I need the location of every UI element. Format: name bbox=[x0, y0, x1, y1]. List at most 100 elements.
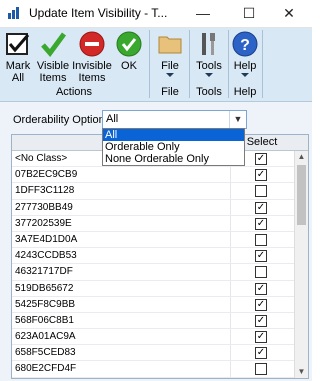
select-checkbox[interactable]: ✓ bbox=[255, 282, 267, 295]
chevron-down-icon bbox=[166, 73, 174, 77]
column-divider bbox=[230, 167, 231, 183]
class-cell: 1DFF3C1128 bbox=[15, 185, 75, 197]
table-row[interactable]: 277730BB49 ✓ bbox=[12, 199, 294, 216]
help-group-label: Help bbox=[233, 86, 257, 98]
invisible-items-button[interactable]: Invisible Items bbox=[72, 30, 112, 84]
table-row[interactable]: 623A01AC9A ✓ bbox=[12, 329, 294, 346]
option-orderable-only[interactable]: Orderable Only bbox=[103, 141, 244, 153]
option-all[interactable]: All bbox=[103, 129, 244, 141]
column-divider bbox=[230, 312, 231, 329]
select-checkbox[interactable] bbox=[255, 233, 267, 246]
table-row[interactable]: 568F06C8B1 ✓ bbox=[12, 312, 294, 330]
mark-all-icon bbox=[6, 33, 30, 55]
orderability-option-select[interactable]: All ▼ bbox=[102, 110, 247, 129]
select-checkbox[interactable]: ✓ bbox=[255, 314, 267, 327]
tools-menu-button[interactable]: Tools bbox=[193, 30, 225, 77]
table-row[interactable]: 5425F8C9BB ✓ bbox=[12, 296, 294, 313]
table-row[interactable]: 377202539E ✓ bbox=[12, 215, 294, 232]
orderability-option-label: Orderability Option bbox=[13, 114, 105, 126]
select-checkbox[interactable]: ✓ bbox=[255, 347, 267, 360]
class-cell: 277730BB49 bbox=[15, 201, 73, 213]
class-cell: 377202539E bbox=[15, 217, 72, 229]
table-row[interactable]: 6B01F5F1B7 bbox=[12, 377, 294, 378]
class-cell: 658F5CED83 bbox=[15, 347, 76, 359]
ok-label: OK bbox=[121, 60, 137, 72]
column-divider bbox=[230, 329, 231, 345]
select-checkbox[interactable] bbox=[255, 185, 267, 198]
select-checkbox[interactable]: ✓ bbox=[255, 169, 267, 182]
select-checkbox[interactable]: ✓ bbox=[255, 298, 267, 311]
orderability-option-value: All bbox=[106, 113, 119, 125]
scrollbar-thumb[interactable] bbox=[297, 165, 306, 225]
orderability-option-dropdown: All Orderable Only None Orderable Only bbox=[102, 128, 245, 166]
select-checkbox[interactable]: ✓ bbox=[255, 250, 267, 263]
main-content: Orderability Option All ▼ All Orderable … bbox=[0, 102, 312, 381]
file-group-label: File bbox=[161, 86, 179, 98]
chevron-down-icon bbox=[205, 73, 213, 77]
help-label: Help bbox=[233, 60, 257, 72]
class-cell: 3A7E4D1D0A bbox=[15, 233, 78, 245]
table-row[interactable]: 3A7E4D1D0A bbox=[12, 231, 294, 249]
scroll-up-icon[interactable]: ▲ bbox=[295, 151, 308, 163]
scroll-down-icon[interactable]: ▼ bbox=[295, 366, 308, 378]
tools-icon bbox=[202, 33, 215, 55]
select-checkbox[interactable]: ✓ bbox=[255, 331, 267, 344]
chevron-down-icon[interactable]: ▼ bbox=[229, 111, 246, 128]
select-checkbox[interactable]: ✓ bbox=[255, 217, 267, 230]
app-icon bbox=[7, 6, 21, 20]
close-button[interactable]: ✕ bbox=[266, 0, 312, 27]
class-cell: 4243CCDB53 bbox=[15, 250, 77, 262]
mark-all-label: Mark All bbox=[5, 60, 31, 84]
class-cell: 680E2CFD4F bbox=[15, 363, 77, 375]
file-menu-button[interactable]: File bbox=[154, 30, 186, 77]
column-divider bbox=[230, 345, 231, 361]
class-cell: 519DB65672 bbox=[15, 282, 74, 294]
folder-icon bbox=[158, 36, 182, 54]
table-row[interactable]: 658F5CED83 ✓ bbox=[12, 345, 294, 362]
actions-group-label: Actions bbox=[55, 86, 93, 98]
svg-text:?: ? bbox=[240, 37, 250, 54]
ok-button[interactable]: OK bbox=[114, 30, 144, 72]
class-cell: 07B2EC9CB9 bbox=[15, 169, 78, 181]
ribbon-separator bbox=[228, 30, 229, 98]
table-row[interactable]: 4243CCDB53 ✓ bbox=[12, 248, 294, 265]
select-checkbox[interactable]: ✓ bbox=[255, 153, 267, 165]
chevron-down-icon bbox=[241, 73, 249, 77]
minimize-button[interactable]: — bbox=[180, 0, 226, 27]
column-divider bbox=[230, 199, 231, 215]
ribbon-separator bbox=[149, 30, 150, 98]
column-divider bbox=[230, 183, 231, 199]
class-cell: 46321717DF bbox=[15, 266, 73, 278]
table-row[interactable]: 07B2EC9CB9 ✓ bbox=[12, 167, 294, 184]
window-title: Update Item Visibility - T... bbox=[29, 6, 168, 20]
title-bar: Update Item Visibility - T... — ☐ ✕ bbox=[0, 0, 312, 28]
class-grid: Cla Select <No Class>✓07B2EC9CB9✓1DFF3C1… bbox=[11, 134, 309, 379]
visible-items-button[interactable]: Visible Items bbox=[35, 30, 71, 84]
tools-group-label: Tools bbox=[196, 86, 222, 98]
invisible-items-label: Invisible Items bbox=[72, 60, 112, 84]
table-row[interactable]: 46321717DF bbox=[12, 264, 294, 281]
select-checkbox[interactable]: ✓ bbox=[255, 201, 267, 214]
ok-icon bbox=[116, 31, 142, 57]
grid-rows: <No Class> ✓ 07B2EC9CB9 ✓ 1DFF3C1128 277730BB… bbox=[12, 151, 294, 378]
column-divider bbox=[230, 264, 231, 280]
mark-all-button[interactable]: Mark All bbox=[3, 30, 33, 84]
table-row[interactable]: 519DB65672 ✓ bbox=[12, 280, 294, 297]
table-row[interactable]: 1DFF3C1128 bbox=[12, 183, 294, 200]
column-divider bbox=[230, 280, 231, 296]
help-menu-button[interactable]: ? Help bbox=[231, 30, 259, 77]
visible-items-icon bbox=[41, 32, 67, 57]
select-checkbox[interactable] bbox=[255, 363, 267, 376]
file-label: File bbox=[161, 60, 179, 72]
column-divider bbox=[230, 248, 231, 264]
visible-items-label: Visible Items bbox=[36, 60, 70, 84]
vertical-scrollbar[interactable]: ▲ ▼ bbox=[294, 151, 308, 378]
option-none-orderable-only[interactable]: None Orderable Only bbox=[103, 153, 244, 165]
column-divider bbox=[230, 361, 231, 377]
tools-label: Tools bbox=[196, 60, 222, 72]
column-divider bbox=[230, 377, 231, 378]
table-row[interactable]: 680E2CFD4F bbox=[12, 361, 294, 378]
ribbon-separator bbox=[189, 30, 190, 98]
column-divider bbox=[230, 231, 231, 248]
select-checkbox[interactable] bbox=[255, 266, 267, 279]
